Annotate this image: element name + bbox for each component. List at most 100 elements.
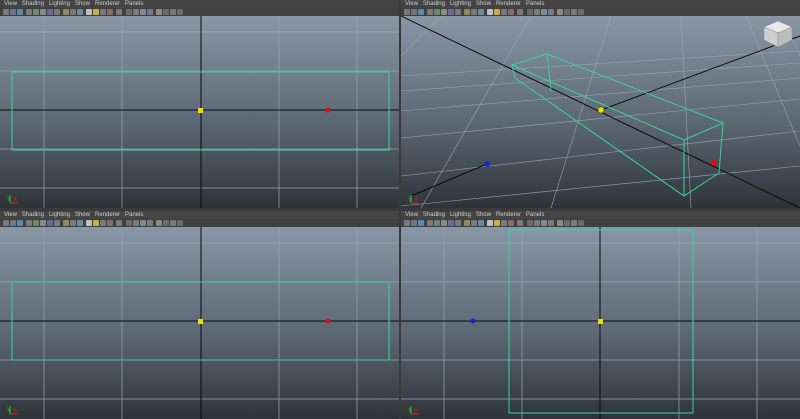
wireframe-icon[interactable] — [133, 220, 139, 226]
viewport-side[interactable]: Y X — [0, 16, 399, 208]
light-icon[interactable] — [455, 220, 461, 226]
isolate-icon[interactable] — [578, 9, 584, 15]
menu-view[interactable]: View — [4, 211, 17, 219]
menu-view[interactable]: View — [405, 0, 418, 8]
select-tool-icon[interactable] — [100, 9, 106, 15]
menu-shading[interactable]: Shading — [423, 0, 445, 8]
camera-icon[interactable] — [107, 9, 113, 15]
texture-icon[interactable] — [147, 220, 153, 226]
shadow-icon[interactable] — [564, 9, 570, 15]
pivot-red[interactable] — [325, 107, 331, 113]
smooth-shade-icon[interactable] — [40, 220, 46, 226]
viewport-perspective[interactable]: Y X — [401, 16, 800, 208]
menu-lighting[interactable]: Lighting — [49, 0, 70, 8]
wireframe-icon[interactable] — [33, 220, 39, 226]
menu-shading[interactable]: Shading — [423, 211, 445, 219]
isolate-icon[interactable] — [77, 220, 83, 226]
light-icon[interactable] — [455, 9, 461, 15]
menu-shading[interactable]: Shading — [22, 211, 44, 219]
smooth-shade-icon[interactable] — [541, 9, 547, 15]
select-tool-icon[interactable] — [3, 220, 9, 226]
view-cube-icon[interactable] — [763, 20, 793, 48]
menu-show[interactable]: Show — [476, 211, 491, 219]
shadow-icon[interactable] — [163, 220, 169, 226]
select-tool-icon[interactable] — [404, 220, 410, 226]
menu-lighting[interactable]: Lighting — [450, 0, 471, 8]
selected-box-wireframe[interactable] — [510, 53, 725, 197]
xray-icon[interactable] — [170, 9, 176, 15]
camera-icon[interactable] — [508, 220, 514, 226]
xray-icon[interactable] — [571, 220, 577, 226]
pivot-yellow[interactable] — [598, 319, 603, 324]
resolution-icon[interactable] — [93, 9, 99, 15]
xray-icon[interactable] — [170, 220, 176, 226]
menu-renderer[interactable]: Renderer — [95, 211, 120, 219]
texture-icon[interactable] — [548, 220, 554, 226]
isolate-icon[interactable] — [177, 9, 183, 15]
bookmark-icon[interactable] — [116, 9, 122, 15]
smooth-shade-icon[interactable] — [140, 220, 146, 226]
shadow-icon[interactable] — [464, 220, 470, 226]
select-tool-icon[interactable] — [100, 220, 106, 226]
pivot-blue[interactable] — [484, 161, 490, 167]
resolution-icon[interactable] — [494, 220, 500, 226]
camera-icon[interactable] — [107, 220, 113, 226]
menu-renderer[interactable]: Renderer — [95, 0, 120, 8]
smooth-shade-icon[interactable] — [541, 220, 547, 226]
wireframe-icon[interactable] — [33, 9, 39, 15]
viewport-front[interactable]: Y X — [0, 227, 399, 419]
hud-icon[interactable] — [487, 220, 493, 226]
grid-toggle-icon[interactable] — [527, 9, 533, 15]
menu-renderer[interactable]: Renderer — [496, 211, 521, 219]
light-icon[interactable] — [156, 9, 162, 15]
shadow-icon[interactable] — [163, 9, 169, 15]
camera-icon[interactable] — [10, 220, 16, 226]
light-icon[interactable] — [557, 220, 563, 226]
texture-icon[interactable] — [448, 9, 454, 15]
xray-icon[interactable] — [471, 9, 477, 15]
grid-toggle-icon[interactable] — [427, 9, 433, 15]
menu-panels[interactable]: Panels — [125, 0, 143, 8]
shadow-icon[interactable] — [63, 220, 69, 226]
shadow-icon[interactable] — [564, 220, 570, 226]
resolution-icon[interactable] — [93, 220, 99, 226]
smooth-shade-icon[interactable] — [140, 9, 146, 15]
wireframe-icon[interactable] — [434, 220, 440, 226]
light-icon[interactable] — [557, 9, 563, 15]
menu-show[interactable]: Show — [75, 0, 90, 8]
wireframe-icon[interactable] — [534, 220, 540, 226]
light-icon[interactable] — [54, 9, 60, 15]
grid-toggle-icon[interactable] — [126, 9, 132, 15]
isolate-icon[interactable] — [177, 220, 183, 226]
grid-toggle-icon[interactable] — [26, 9, 32, 15]
camera-icon[interactable] — [411, 220, 417, 226]
camera-icon[interactable] — [411, 9, 417, 15]
texture-icon[interactable] — [548, 9, 554, 15]
smooth-shade-icon[interactable] — [40, 9, 46, 15]
bookmark-icon[interactable] — [517, 9, 523, 15]
xray-icon[interactable] — [471, 220, 477, 226]
grid-toggle-icon[interactable] — [26, 220, 32, 226]
menu-panels[interactable]: Panels — [125, 211, 143, 219]
menu-view[interactable]: View — [4, 0, 17, 8]
select-tool-icon[interactable] — [404, 9, 410, 15]
bookmark-icon[interactable] — [116, 220, 122, 226]
menu-view[interactable]: View — [405, 211, 418, 219]
bookmark-icon[interactable] — [17, 220, 23, 226]
smooth-shade-icon[interactable] — [441, 220, 447, 226]
shadow-icon[interactable] — [464, 9, 470, 15]
smooth-shade-icon[interactable] — [441, 9, 447, 15]
isolate-icon[interactable] — [77, 9, 83, 15]
bookmark-icon[interactable] — [418, 220, 424, 226]
select-tool-icon[interactable] — [3, 9, 9, 15]
wireframe-icon[interactable] — [534, 9, 540, 15]
select-tool-icon[interactable] — [501, 9, 507, 15]
grid-toggle-icon[interactable] — [527, 220, 533, 226]
menu-panels[interactable]: Panels — [526, 211, 544, 219]
select-tool-icon[interactable] — [501, 220, 507, 226]
wireframe-icon[interactable] — [434, 9, 440, 15]
hud-icon[interactable] — [487, 9, 493, 15]
resolution-icon[interactable] — [494, 9, 500, 15]
isolate-icon[interactable] — [478, 220, 484, 226]
pivot-blue[interactable] — [470, 318, 476, 324]
